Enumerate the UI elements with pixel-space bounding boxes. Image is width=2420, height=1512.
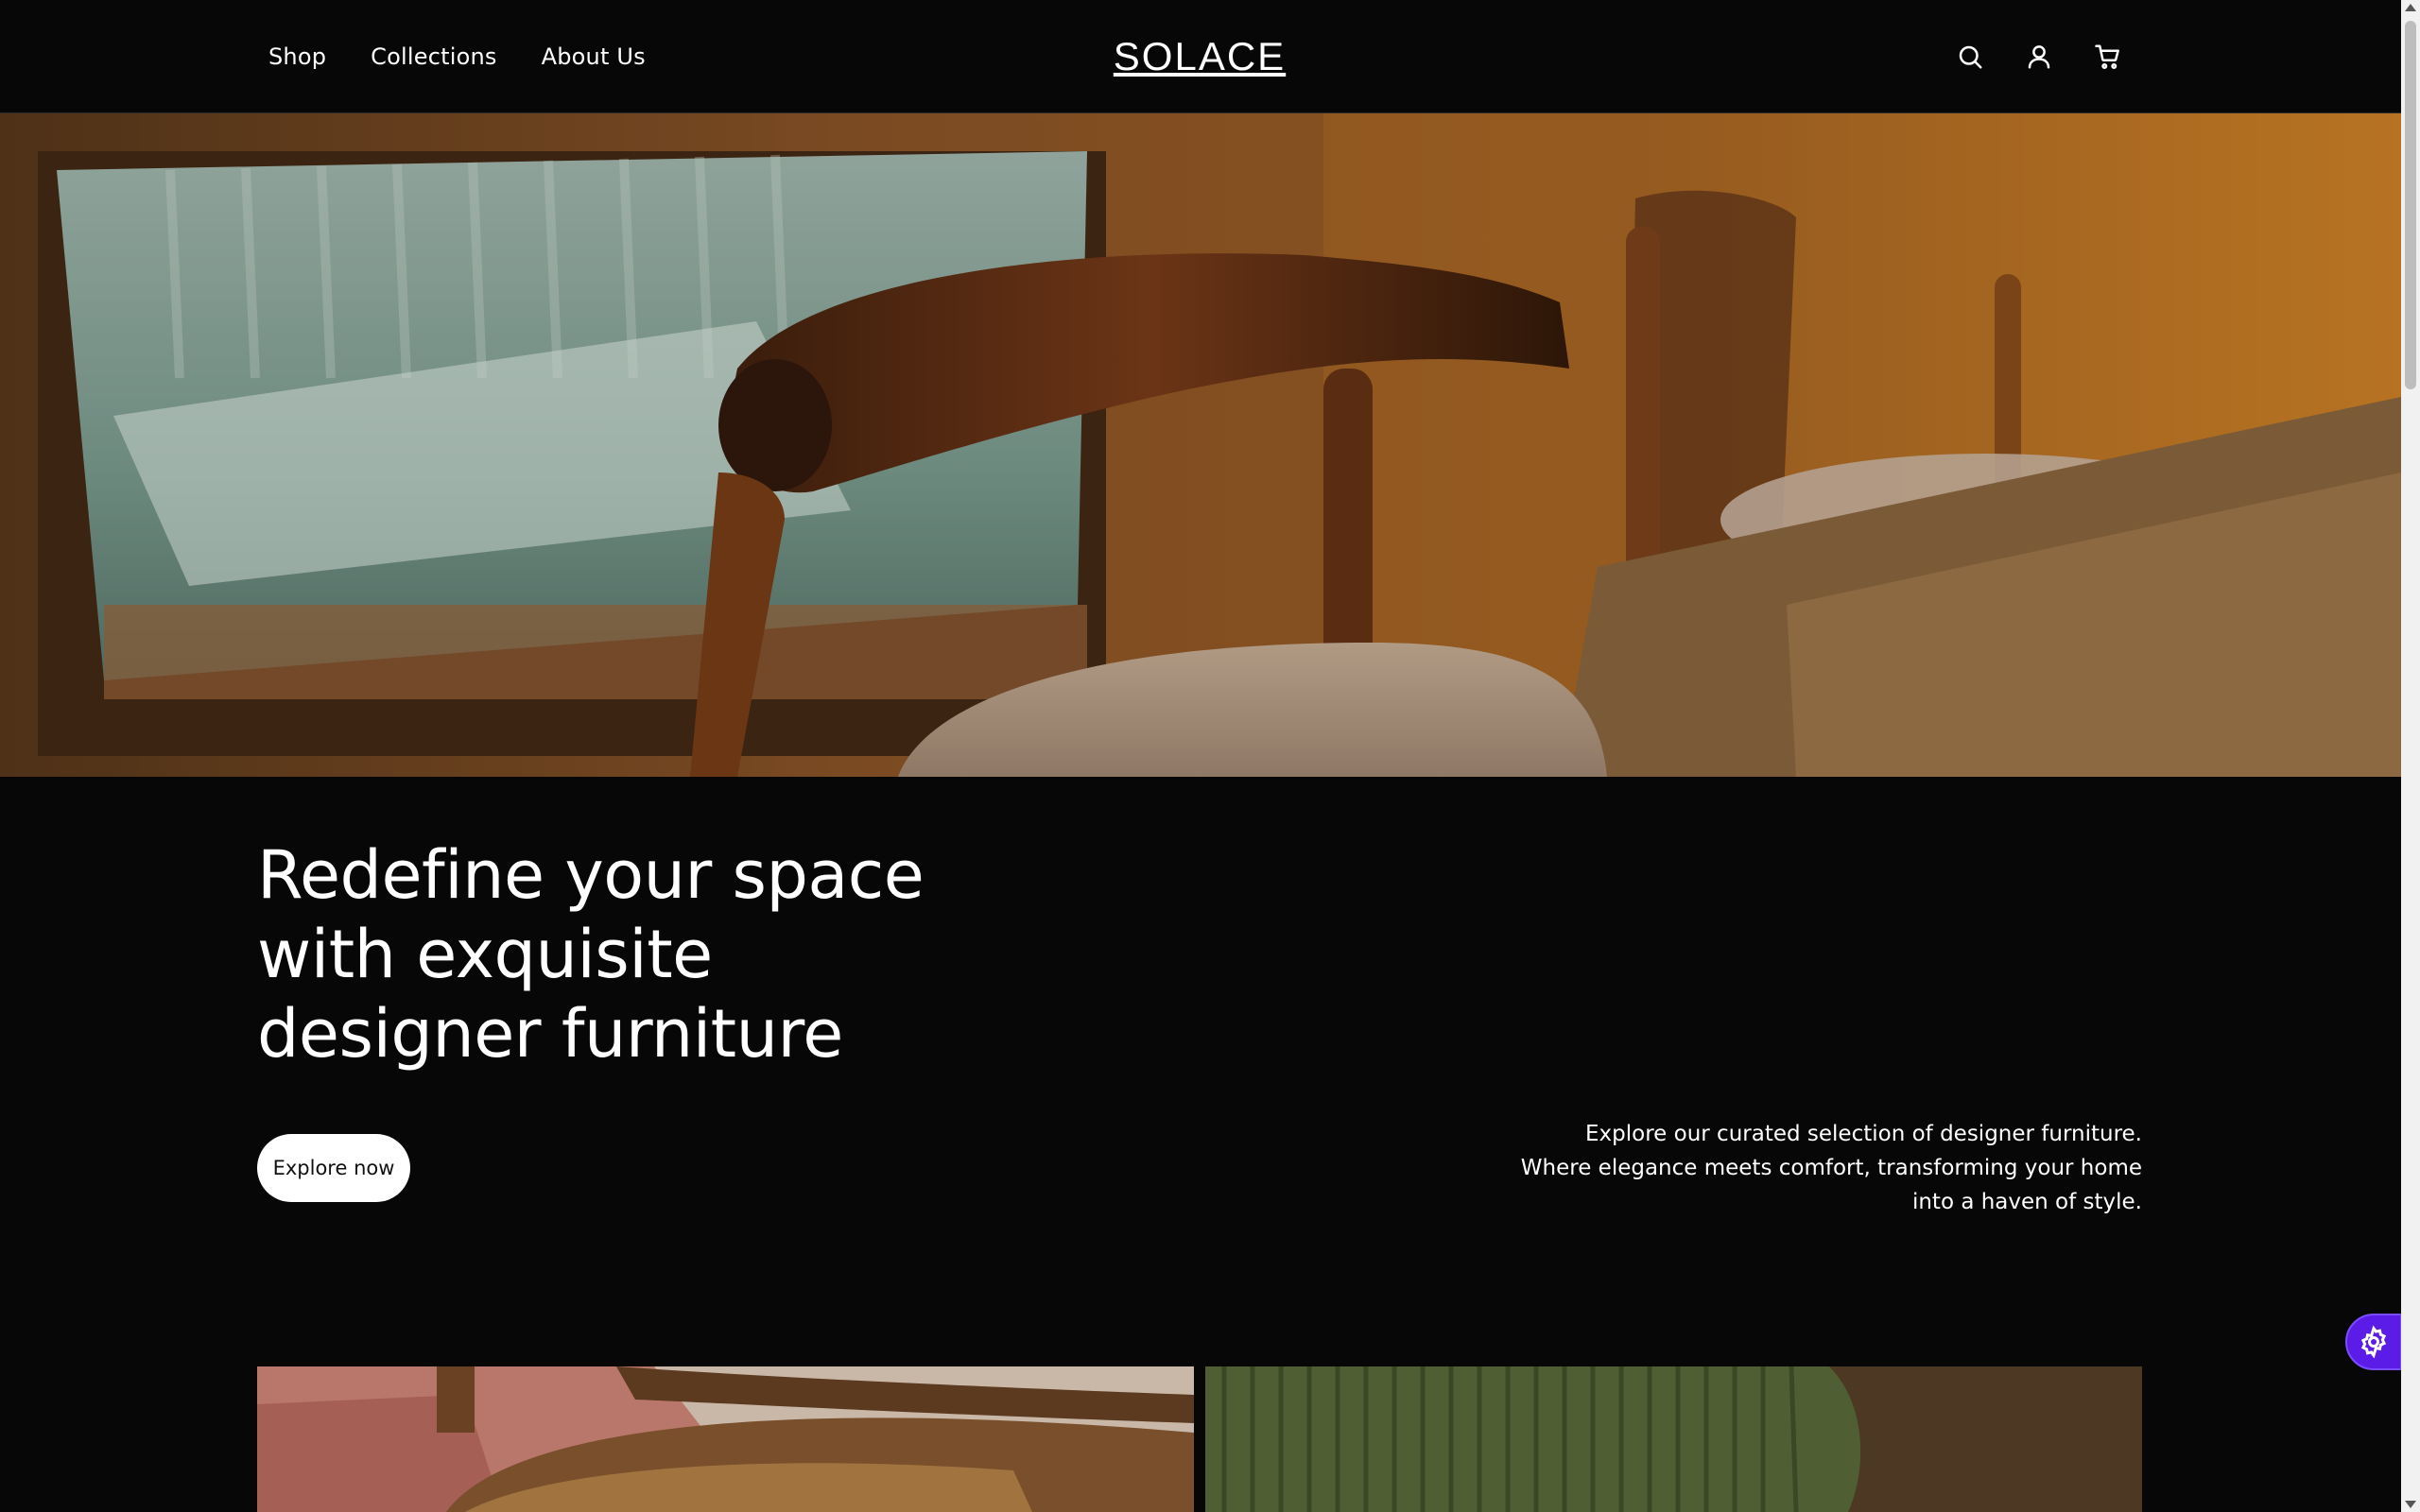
settings-widget-button[interactable] (2345, 1314, 2402, 1370)
site-logo[interactable]: SOLACE (1114, 28, 1284, 85)
scroll-up-arrow-icon[interactable] (2405, 4, 2416, 11)
search-icon (1959, 45, 1982, 69)
page-scrollbar[interactable] (2401, 0, 2420, 1512)
collection-tile-image-2[interactable] (1205, 1366, 2142, 1512)
search-button[interactable] (1949, 36, 1991, 77)
scrollbar-thumb[interactable] (2405, 21, 2416, 389)
scroll-down-arrow-icon[interactable] (2405, 1501, 2416, 1508)
account-button[interactable] (2018, 36, 2060, 77)
nav-about-us-link[interactable]: About Us (542, 43, 646, 70)
site-header: Shop Collections About Us SOLACE (0, 0, 2401, 113)
pink-chair-image (257, 1366, 1194, 1512)
gear-icon (2360, 1325, 2387, 1359)
nav-collections-link[interactable]: Collections (371, 43, 496, 70)
nav-shop-link[interactable]: Shop (268, 43, 326, 70)
main-nav: Shop Collections About Us (268, 0, 646, 113)
explore-now-button[interactable]: Explore now (257, 1134, 410, 1202)
hero-tagline: Explore our curated selection of designe… (1520, 1122, 2142, 1214)
hero-headline: Redefine your space with exquisite desig… (257, 836, 925, 1073)
header-actions (1949, 36, 2129, 77)
cart-icon (2095, 44, 2119, 70)
account-icon (2028, 45, 2050, 69)
hero-chair-illustration (0, 113, 2401, 777)
collection-tile-image[interactable] (257, 1366, 1194, 1512)
hero-image (0, 113, 2401, 777)
cart-button[interactable] (2087, 36, 2129, 77)
green-chair-image (1205, 1366, 2142, 1512)
